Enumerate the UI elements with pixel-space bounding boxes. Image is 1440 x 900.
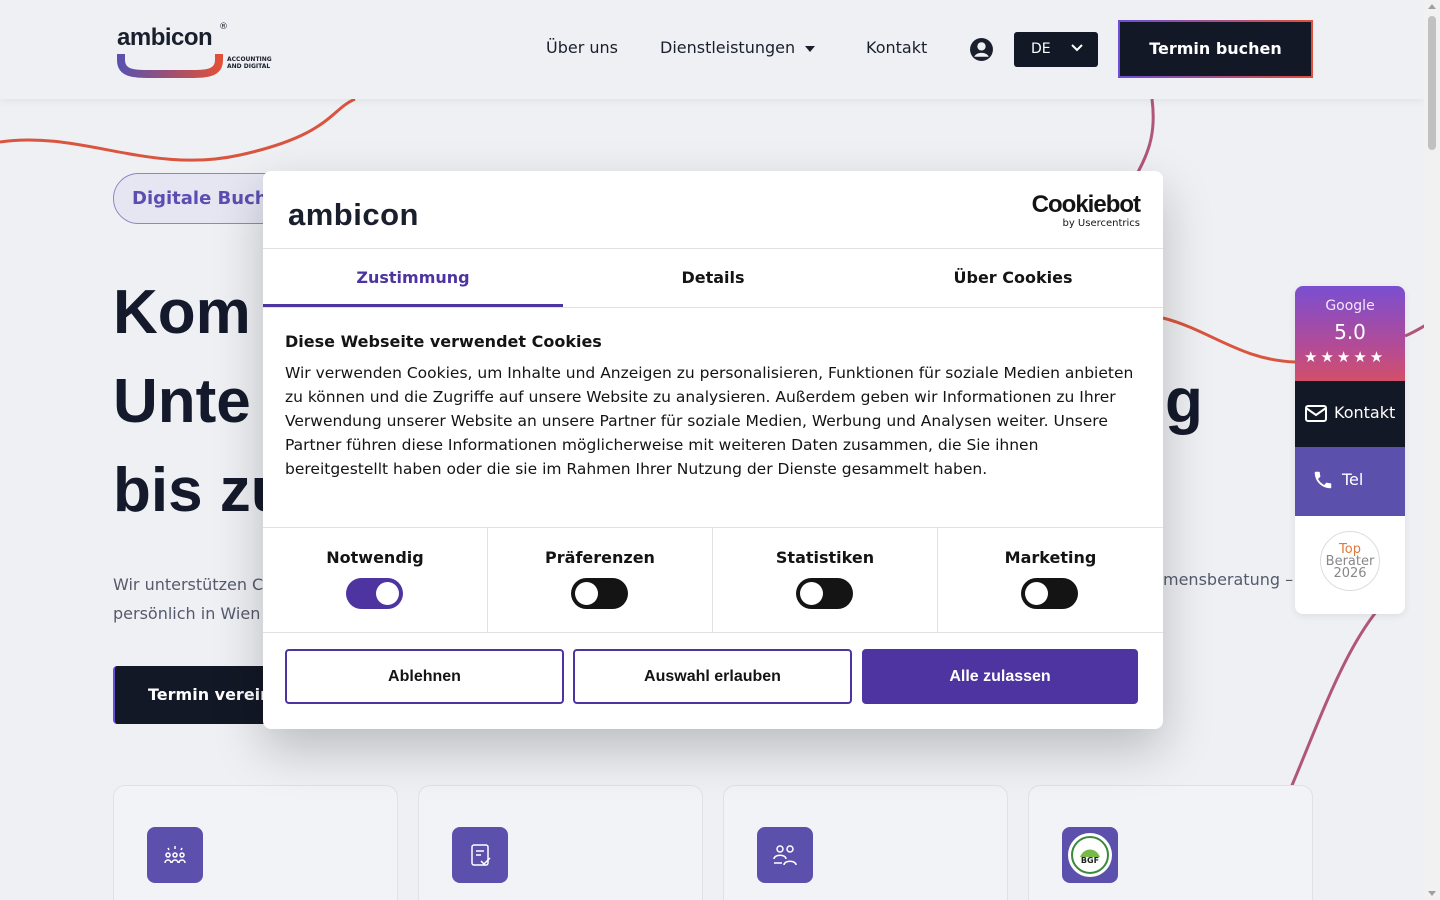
divider bbox=[263, 307, 1163, 308]
nav-services-label: Dienstleistungen bbox=[660, 38, 796, 57]
language-select[interactable]: DE bbox=[1014, 32, 1098, 67]
service-card[interactable] bbox=[418, 785, 703, 900]
tab-about-cookies[interactable]: Über Cookies bbox=[863, 249, 1163, 307]
toggle-statistics-label: Statistiken bbox=[775, 548, 875, 567]
scroll-down-arrow-icon[interactable] bbox=[1428, 891, 1436, 896]
language-value: DE bbox=[1031, 41, 1051, 57]
hero-description-right: mensberatung – bbox=[1163, 570, 1294, 589]
nav-services[interactable]: Dienstleistungen bbox=[660, 38, 816, 57]
hero-title-line-2-left: Unte bbox=[113, 367, 251, 436]
users-icon bbox=[757, 827, 813, 883]
hero-description: Wir unterstützen C persönlich in Wien bbox=[113, 575, 264, 623]
cookiebot-byline: by Usercentrics bbox=[1062, 218, 1140, 229]
widget-phone-label: Tel bbox=[1342, 470, 1364, 489]
tab-consent[interactable]: Zustimmung bbox=[263, 249, 563, 307]
allow-selection-button[interactable]: Auswahl erlauben bbox=[573, 649, 852, 704]
ambicon-logo[interactable]: ambicon ® ACCOUNTING AND DIGITAL bbox=[115, 22, 275, 82]
toggle-marketing-switch[interactable] bbox=[1021, 578, 1078, 609]
google-label: Google bbox=[1325, 298, 1375, 314]
widget-phone-button[interactable]: Tel bbox=[1295, 447, 1405, 516]
toggle-necessary-switch[interactable] bbox=[346, 578, 403, 609]
dialog-body-text: Wir verwenden Cookies, um Inhalte und An… bbox=[285, 364, 1134, 478]
cookie-consent-dialog: ambicon Cookiebot by Usercentrics Zustim… bbox=[263, 171, 1163, 729]
toggle-preferences: Präferenzen bbox=[488, 528, 713, 632]
toggle-statistics-switch[interactable] bbox=[796, 578, 853, 609]
logo-subtitle: ACCOUNTING AND DIGITAL bbox=[227, 56, 272, 70]
service-card[interactable]: BGF bbox=[1028, 785, 1313, 900]
service-card[interactable] bbox=[723, 785, 1008, 900]
allow-all-button[interactable]: Alle zulassen bbox=[862, 649, 1138, 704]
floating-contact-widget: Google 5.0 ★★★★★ Kontakt Tel Top Berater… bbox=[1295, 286, 1405, 614]
registered-mark: ® bbox=[219, 22, 228, 32]
bgf-seal-icon: BGF bbox=[1062, 827, 1118, 883]
widget-contact-button[interactable]: Kontakt bbox=[1295, 381, 1405, 447]
divider bbox=[263, 632, 1163, 633]
toggle-preferences-switch[interactable] bbox=[571, 578, 628, 609]
cookiebot-logo[interactable]: Cookiebot by Usercentrics bbox=[1031, 191, 1141, 230]
top-badge-line-3: 2026 bbox=[1333, 566, 1367, 581]
dialog-brand-logo: ambicon bbox=[288, 197, 419, 232]
page-scrollbar[interactable] bbox=[1424, 0, 1440, 900]
svg-text:BGF: BGF bbox=[1081, 856, 1099, 865]
toggle-marketing: Marketing bbox=[938, 528, 1163, 632]
top-berater-badge: Top Berater 2026 bbox=[1320, 531, 1380, 591]
chevron-down-icon bbox=[1071, 44, 1083, 52]
dialog-heading: Diese Webseite verwendet Cookies bbox=[285, 332, 602, 351]
toggle-knob bbox=[376, 582, 399, 605]
nav-contact[interactable]: Kontakt bbox=[866, 38, 927, 57]
scroll-up-arrow-icon[interactable] bbox=[1428, 4, 1436, 9]
user-account-icon[interactable] bbox=[969, 37, 994, 62]
toggle-necessary-label: Notwendig bbox=[326, 548, 424, 567]
toggle-knob bbox=[1025, 582, 1048, 605]
caret-down-icon bbox=[805, 45, 816, 52]
team-icon bbox=[147, 827, 203, 883]
google-rating[interactable]: Google 5.0 ★★★★★ bbox=[1295, 286, 1405, 381]
site-header: ambicon ® ACCOUNTING AND DIGITAL Über un… bbox=[0, 0, 1424, 99]
document-check-icon bbox=[452, 827, 508, 883]
logo-wordmark: ambicon bbox=[117, 24, 213, 51]
toggle-knob bbox=[800, 582, 823, 605]
nav-about-us[interactable]: Über uns bbox=[546, 38, 618, 57]
toggle-preferences-label: Präferenzen bbox=[545, 548, 655, 567]
toggle-marketing-label: Marketing bbox=[1004, 548, 1097, 567]
book-appointment-button[interactable]: Termin buchen bbox=[1118, 20, 1313, 78]
cookiebot-wordmark: Cookiebot bbox=[1031, 191, 1141, 218]
toggle-knob bbox=[575, 582, 598, 605]
service-card[interactable] bbox=[113, 785, 398, 900]
tab-details[interactable]: Details bbox=[563, 249, 863, 307]
toggle-statistics: Statistiken bbox=[713, 528, 938, 632]
hero-title-line-2-right: g bbox=[1165, 367, 1203, 436]
star-rating-icon: ★★★★★ bbox=[1304, 348, 1387, 366]
scrollbar-thumb[interactable] bbox=[1428, 16, 1436, 150]
logo-arc-icon bbox=[117, 54, 223, 78]
decline-button[interactable]: Ablehnen bbox=[285, 649, 564, 704]
widget-contact-label: Kontakt bbox=[1334, 403, 1396, 422]
toggle-necessary: Notwendig bbox=[263, 528, 488, 632]
phone-icon bbox=[1314, 471, 1332, 489]
mail-icon bbox=[1305, 405, 1327, 422]
google-score: 5.0 bbox=[1334, 320, 1366, 344]
